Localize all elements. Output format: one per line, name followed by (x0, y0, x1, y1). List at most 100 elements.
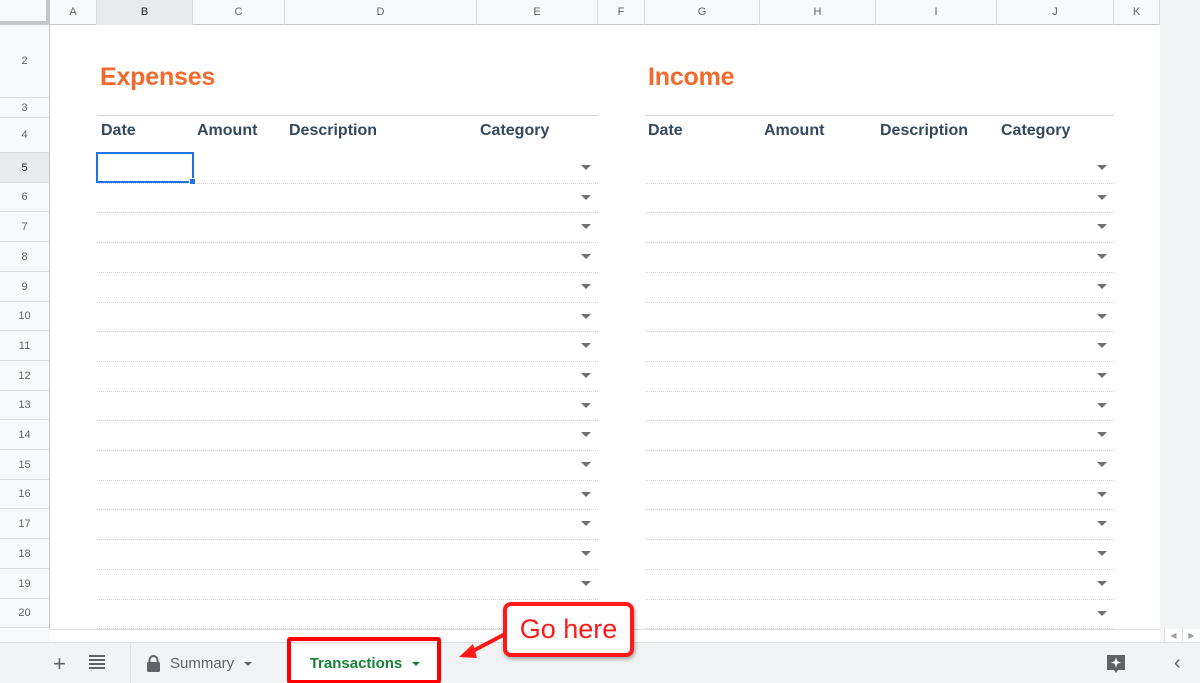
income-category-dropdown-arrow-icon[interactable] (1097, 373, 1107, 378)
column-header-J[interactable]: J (997, 0, 1114, 25)
column-header-D[interactable]: D (285, 0, 477, 25)
explore-sparkle-icon[interactable] (1105, 653, 1127, 681)
column-header-G[interactable]: G (645, 0, 760, 25)
row-header-9[interactable]: 9 (0, 272, 49, 302)
expenses-row-divider (97, 420, 598, 421)
row-header-bar: 2 3 4 5 6 7 8 9 10 11 12 13 14 15 16 17 18 19 20 (0, 25, 50, 629)
income-row-divider (645, 391, 1114, 392)
select-all-corner[interactable] (0, 0, 50, 25)
list-icon[interactable] (88, 653, 106, 677)
row-header-3[interactable]: 3 (0, 98, 49, 118)
expenses-category-dropdown-arrow-icon[interactable] (581, 551, 591, 556)
row-header-4[interactable]: 4 (0, 118, 49, 153)
income-category-dropdown-arrow-icon[interactable] (1097, 224, 1107, 229)
column-header-A[interactable]: A (50, 0, 97, 25)
row-header-16[interactable]: 16 (0, 480, 49, 509)
row-header-18[interactable]: 18 (0, 539, 49, 569)
column-header-K[interactable]: K (1114, 0, 1160, 25)
expenses-category-dropdown-arrow-icon[interactable] (581, 521, 591, 526)
row-header-7[interactable]: 7 (0, 212, 49, 242)
column-header-C[interactable]: C (193, 0, 285, 25)
income-category-dropdown-arrow-icon[interactable] (1097, 403, 1107, 408)
expenses-category-dropdown-arrow-icon[interactable] (581, 403, 591, 408)
expenses-rule (97, 115, 598, 116)
lock-icon (146, 655, 161, 672)
expenses-row-divider (97, 509, 598, 510)
income-category-dropdown-arrow-icon[interactable] (1097, 432, 1107, 437)
income-row-divider (645, 183, 1114, 184)
expenses-row-divider (97, 272, 598, 273)
spreadsheet-app: ABCDEFGHIJK 2 3 4 5 6 7 8 9 10 11 12 13 14 15 16 17 18 19… (0, 0, 1200, 683)
row-header-6[interactable]: 6 (0, 183, 49, 212)
income-category-dropdown-arrow-icon[interactable] (1097, 165, 1107, 170)
tab-summary[interactable]: Summary (146, 643, 253, 683)
income-row-divider (645, 450, 1114, 451)
expenses-row-divider (97, 599, 598, 600)
selected-cell-B5[interactable] (96, 152, 194, 183)
expenses-category-dropdown-arrow-icon[interactable] (581, 195, 591, 200)
income-header-description: Description (880, 122, 969, 139)
column-header-E[interactable]: E (477, 0, 598, 25)
income-header-category: Category (1001, 122, 1071, 139)
fill-handle[interactable] (189, 178, 196, 185)
plus-icon[interactable]: + (53, 651, 66, 677)
column-header-H[interactable]: H (760, 0, 876, 25)
expenses-category-dropdown-arrow-icon[interactable] (581, 314, 591, 319)
expenses-category-dropdown-arrow-icon[interactable] (581, 254, 591, 259)
row-header-14[interactable]: 14 (0, 420, 49, 450)
row-header-13[interactable]: 13 (0, 391, 49, 420)
row-header-20[interactable]: 20 (0, 599, 49, 628)
income-row-divider (645, 331, 1114, 332)
row-header-2[interactable]: 2 (0, 25, 49, 98)
expenses-title: Expenses (100, 63, 216, 91)
income-category-dropdown-arrow-icon[interactable] (1097, 462, 1107, 467)
expenses-category-dropdown-arrow-icon[interactable] (581, 581, 591, 586)
expenses-category-dropdown-arrow-icon[interactable] (581, 165, 591, 170)
expenses-header-category: Category (480, 122, 550, 139)
income-category-dropdown-arrow-icon[interactable] (1097, 551, 1107, 556)
expenses-category-dropdown-arrow-icon[interactable] (581, 224, 591, 229)
income-category-dropdown-arrow-icon[interactable] (1097, 284, 1107, 289)
column-header-I[interactable]: I (876, 0, 997, 25)
row-header-15[interactable]: 15 (0, 450, 49, 480)
column-header-F[interactable]: F (598, 0, 645, 25)
tab-summary-label: Summary (170, 655, 235, 672)
income-category-dropdown-arrow-icon[interactable] (1097, 611, 1107, 616)
expenses-row-divider (97, 331, 598, 332)
row-header-8[interactable]: 8 (0, 242, 49, 272)
row-header-12[interactable]: 12 (0, 361, 49, 391)
income-category-dropdown-arrow-icon[interactable] (1097, 314, 1107, 319)
income-category-dropdown-arrow-icon[interactable] (1097, 195, 1107, 200)
scroll-left-button[interactable]: ◀ (1164, 629, 1182, 642)
expenses-category-dropdown-arrow-icon[interactable] (581, 373, 591, 378)
income-title: Income (648, 63, 735, 91)
scroll-right-button[interactable]: ▶ (1182, 629, 1200, 642)
income-row-divider (645, 539, 1114, 540)
row-header-19[interactable]: 19 (0, 569, 49, 599)
annotation-callout: Go here (503, 602, 634, 657)
expenses-category-dropdown-arrow-icon[interactable] (581, 432, 591, 437)
expenses-row-divider (97, 183, 598, 184)
expenses-category-dropdown-arrow-icon[interactable] (581, 492, 591, 497)
income-rule (645, 115, 1114, 116)
income-row-divider (645, 212, 1114, 213)
expenses-row-divider (97, 539, 598, 540)
expenses-category-dropdown-arrow-icon[interactable] (581, 343, 591, 348)
chevron-left-icon[interactable]: ‹ (1174, 652, 1181, 675)
row-header-5[interactable]: 5 (0, 153, 49, 183)
sheet-grid[interactable]: Expenses Income Date Amount Description Cat… (50, 25, 1160, 629)
row-header-17[interactable]: 17 (0, 509, 49, 539)
expenses-category-dropdown-arrow-icon[interactable] (581, 462, 591, 467)
expenses-category-dropdown-arrow-icon[interactable] (581, 284, 591, 289)
column-header-B[interactable]: B (97, 0, 193, 25)
income-row-divider (645, 302, 1114, 303)
income-category-dropdown-arrow-icon[interactable] (1097, 343, 1107, 348)
row-header-10[interactable]: 10 (0, 302, 49, 331)
income-category-dropdown-arrow-icon[interactable] (1097, 521, 1107, 526)
income-category-dropdown-arrow-icon[interactable] (1097, 581, 1107, 586)
income-category-dropdown-arrow-icon[interactable] (1097, 254, 1107, 259)
income-row-divider (645, 361, 1114, 362)
income-category-dropdown-arrow-icon[interactable] (1097, 492, 1107, 497)
row-header-11[interactable]: 11 (0, 331, 49, 361)
income-header-date: Date (648, 122, 683, 139)
